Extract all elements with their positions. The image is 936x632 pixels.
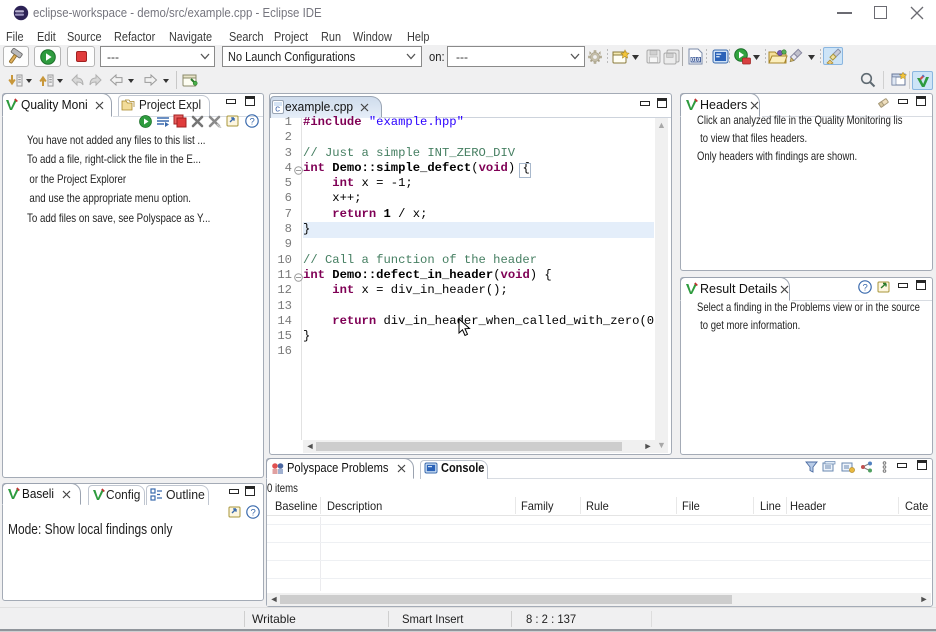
svg-text:?: ?: [250, 117, 255, 128]
svg-text:?: ?: [251, 508, 256, 519]
svg-text:c: c: [275, 105, 280, 115]
svg-text:010: 010: [691, 58, 700, 64]
svg-text:?: ?: [863, 283, 868, 294]
